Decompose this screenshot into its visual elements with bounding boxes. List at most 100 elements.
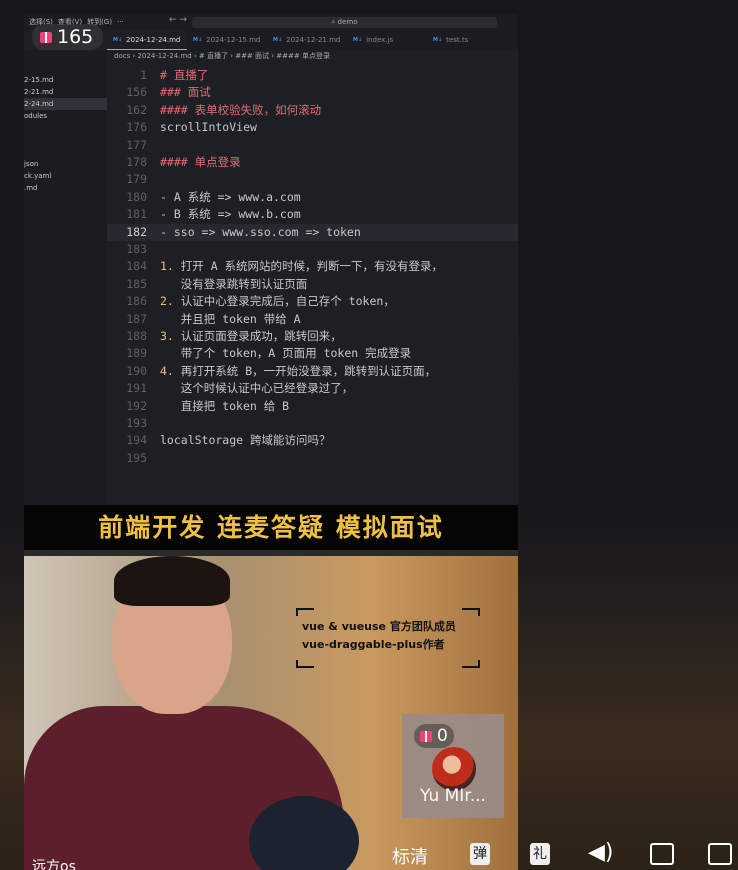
line-content: - A 系统 => www.a.com [160,189,301,204]
line-number: 156 [126,85,147,100]
volume-icon[interactable]: ◀) [588,840,614,865]
line-text: ### 面试 [160,84,211,101]
line-text: #### 表单校验失败，如何滚动 [160,102,321,119]
gift-effect-icon[interactable]: 礼 [530,843,550,865]
code-line: 184 1. 打开 A 系统网站的时候，判断一下，有没有登录， [107,258,518,275]
file-explorer: 2-15.md 2-21.md 2-24.md odules json ck.yaml .m… [24,50,107,505]
danmaku-icon[interactable]: 弹 [470,843,490,865]
line-text: localStorage 跨域能访问吗？ [160,432,331,449]
streamer-title: vue & vueuse 官方团队成员 vue-draggable-plus作者 [296,608,480,668]
code-line: 183 [107,241,518,258]
list-number: 3. [160,329,174,343]
stream-banner: 前端开发 连麦答疑 模拟面试 [24,505,518,550]
line-number: 176 [126,120,147,135]
line-number: 183 [126,242,147,256]
line-number: 193 [126,416,147,430]
tab-label: 2024-12-21.md [286,36,341,44]
file-icon: M↓ [273,37,283,43]
line-number: 192 [126,398,147,413]
line-content: 认证中心登录完成后，自己存个 token， [173,294,395,309]
line-number: 179 [126,172,147,187]
line-content: 再打开系统 B，一开始没登录，跳转到认证页面， [173,363,437,378]
line-number: 194 [126,433,147,448]
editor-tab[interactable]: M↓ test.ts [427,30,507,50]
line-content: localStorage 跨域能访问吗？ [160,433,331,448]
line-text: scrollIntoView [160,119,257,136]
quality-button[interactable]: 标清 [392,843,428,869]
line-number: 189 [126,346,147,361]
line-text: 并且把 token 带给 A [160,311,301,328]
code-editor: 1 # 直播了 156 ### 面试 162 #### 表单校验失败，如何滚动 176 scr… [107,67,518,505]
explorer-item[interactable] [24,50,107,62]
line-number: 1 [140,68,147,82]
line-text: - B 系统 => www.b.com [160,206,301,223]
guest-tile[interactable]: 0 Yu MIr... [402,714,504,818]
line-content: 认证页面登录成功，跳转回来， [173,329,342,343]
line-text: 3. 认证页面登录成功，跳转回来， [160,328,342,345]
line-content: - sso => www.sso.com => token [160,224,361,239]
code-line: 185 没有登录跳转到认证页面 [107,276,518,293]
explorer-item[interactable]: .md [24,182,107,194]
code-line: 156 ### 面试 [107,84,518,101]
explorer-item[interactable]: ck.yaml [24,170,107,182]
line-text: 这个时候认证中心已经登录过了， [160,380,354,397]
explorer-item[interactable]: 2-15.md [24,74,107,86]
editor-tabs: M↓ 2024-12-24.md M↓ 2024-12-15.md M↓ 2024-12-… [107,30,518,50]
explorer-item[interactable] [24,122,107,134]
file-icon: M↓ [193,37,203,43]
line-text: - sso => www.sso.com => token [160,224,361,241]
nav-arrows-icon: ← → [169,15,187,25]
explorer-item[interactable]: 2-24.md [24,98,107,110]
fullscreen-icon[interactable] [708,843,732,865]
explorer-item[interactable] [24,134,107,146]
line-text: 2. 认证中心登录完成后，自己存个 token， [160,293,395,310]
file-icon: M↓ [433,37,443,43]
explorer-item[interactable]: odules [24,110,107,122]
explorer-item[interactable]: json [24,158,107,170]
explorer-item[interactable]: 2-21.md [24,86,107,98]
line-content: # 直播了 [160,68,209,82]
command-search: ⌕ demo [192,17,497,28]
code-line: 179 [107,171,518,188]
gift-count: 165 [57,26,94,48]
code-line: 180 - A 系统 => www.a.com [107,189,518,206]
tab-label: index.js [366,36,394,44]
explorer-item[interactable] [24,146,107,158]
title-line-1: vue & vueuse 官方团队成员 [302,620,456,633]
code-line: 189 带了个 token，A 页面用 token 完成登录 [107,345,518,362]
explorer-item[interactable] [24,62,107,74]
line-content: 没有登录跳转到认证页面 [160,276,308,291]
line-number: 180 [126,189,147,204]
line-number: 178 [126,155,147,169]
file-icon: M↓ [113,36,123,43]
line-content: #### 表单校验失败，如何滚动 [160,102,322,117]
editor-tab[interactable]: M↓ index.js [347,30,427,50]
code-line: 195 [107,450,518,467]
line-number: 184 [126,259,147,274]
line-number: 191 [126,381,147,396]
editor-tab[interactable]: M↓ 2024-12-24.md [107,30,187,50]
webcam-feed: vue & vueuse 官方团队成员 vue-draggable-plus作者… [24,556,518,870]
gift-icon [420,730,432,742]
line-number: 177 [126,137,147,152]
code-line: 190 4. 再打开系统 B，一开始没登录，跳转到认证页面， [107,363,518,380]
code-line: 187 并且把 token 带给 A [107,311,518,328]
file-icon: M↓ [353,37,363,43]
tab-label: test.ts [446,36,469,44]
line-number: 187 [126,311,147,326]
line-text: 1. 打开 A 系统网站的时候，判断一下，有没有登录， [160,258,443,275]
code-line: 1 # 直播了 [107,67,518,84]
editor-tab[interactable]: M↓ 2024-12-21.md [267,30,347,50]
line-number: 182 [126,224,147,239]
code-line: 181 - B 系统 => www.b.com [107,206,518,223]
line-text: 直接把 token 给 B [160,398,289,415]
editor-tab[interactable]: M↓ 2024-12-15.md [187,30,267,50]
guest-name: Yu MIr... [420,786,486,806]
pip-icon[interactable] [650,843,674,865]
list-number: 4. [160,363,174,378]
guest-gift-count: 0 [437,726,448,746]
bracket [462,608,480,616]
line-text: 带了个 token，A 页面用 token 完成登录 [160,345,411,362]
line-number: 185 [126,276,147,291]
code-line: 182 - sso => www.sso.com => token [107,223,518,241]
